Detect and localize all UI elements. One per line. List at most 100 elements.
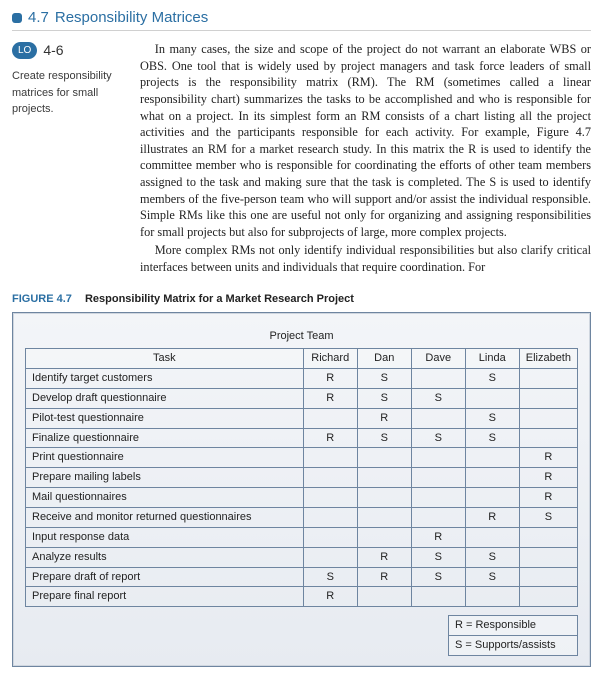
task-cell: Pilot-test questionnaire [26,408,304,428]
value-cell [465,468,519,488]
table-row: Print questionnaire R [26,448,578,468]
value-cell [465,388,519,408]
value-cell [519,428,577,448]
value-cell: S [465,567,519,587]
section-title: Responsibility Matrices [55,8,208,28]
value-cell [465,587,519,607]
value-cell: S [465,369,519,389]
value-cell: R [357,408,411,428]
table-row: Finalize questionnaireRSSS [26,428,578,448]
value-cell [303,468,357,488]
value-cell: S [465,408,519,428]
task-cell: Prepare final report [26,587,304,607]
value-cell: S [411,547,465,567]
legend-item: S = Supports/assists [449,636,577,655]
value-cell [357,468,411,488]
value-cell: R [519,448,577,468]
table-row: Identify target customersRSS [26,369,578,389]
value-cell [303,448,357,468]
col-header: Elizabeth [519,349,577,369]
value-cell: R [303,587,357,607]
value-cell [357,587,411,607]
value-cell [303,527,357,547]
value-cell [357,508,411,528]
value-cell [411,468,465,488]
table-row: Analyze resultsRSS [26,547,578,567]
figure-caption: FIGURE 4.7 Responsibility Matrix for a M… [12,292,591,307]
table-row: Input response data R [26,527,578,547]
value-cell: R [519,468,577,488]
value-cell: S [357,369,411,389]
table-header-row: Task Richard Dan Dave Linda Elizabeth [26,349,578,369]
value-cell [519,408,577,428]
value-cell: S [357,388,411,408]
value-cell: R [303,388,357,408]
responsibility-matrix: Project Team Task Richard Dan Dave Linda… [12,312,591,667]
value-cell: S [411,388,465,408]
table-row: Prepare draft of reportSRSS [26,567,578,587]
section-header: 4.7 Responsibility Matrices [12,8,591,31]
value-cell [411,369,465,389]
value-cell: R [411,527,465,547]
value-cell: S [465,547,519,567]
value-cell: R [465,508,519,528]
value-cell: R [357,547,411,567]
value-cell [519,388,577,408]
value-cell: S [303,567,357,587]
table-row: Prepare final reportR [26,587,578,607]
task-cell: Analyze results [26,547,304,567]
task-cell: Mail questionnaires [26,488,304,508]
value-cell [303,547,357,567]
value-cell: S [411,567,465,587]
value-cell: R [357,567,411,587]
value-cell [519,527,577,547]
value-cell [411,448,465,468]
legend-item: R = Responsible [449,616,577,636]
value-cell: R [303,369,357,389]
lo-caption: Create responsibility matrices for small… [12,68,122,118]
value-cell: S [465,428,519,448]
col-header: Dan [357,349,411,369]
bullet-icon [12,13,22,23]
learning-objective: LO 4-6 [12,41,122,60]
value-cell [519,369,577,389]
task-cell: Develop draft questionnaire [26,388,304,408]
task-cell: Prepare mailing labels [26,468,304,488]
task-cell: Finalize questionnaire [26,428,304,448]
paragraph: More complex RMs not only identify indiv… [140,242,591,275]
value-cell: S [519,508,577,528]
value-cell [519,567,577,587]
task-cell: Print questionnaire [26,448,304,468]
value-cell [411,408,465,428]
sidebar: LO 4-6 Create responsibility matrices fo… [12,41,122,117]
col-header: Richard [303,349,357,369]
col-header: Linda [465,349,519,369]
team-header: Project Team [25,329,578,344]
rm-table: Task Richard Dan Dave Linda Elizabeth Id… [25,348,578,607]
legend: R = Responsible S = Supports/assists [448,615,578,656]
col-header: Dave [411,349,465,369]
value-cell [519,547,577,567]
table-row: Receive and monitor returned questionnai… [26,508,578,528]
value-cell [465,527,519,547]
value-cell [411,508,465,528]
value-cell [465,448,519,468]
task-cell: Prepare draft of report [26,567,304,587]
task-cell: Input response data [26,527,304,547]
figure-title: Responsibility Matrix for a Market Resea… [85,293,354,305]
section-number: 4.7 [28,8,49,28]
table-row: Pilot-test questionnaire R S [26,408,578,428]
value-cell [519,587,577,607]
paragraph: In many cases, the size and scope of the… [140,41,591,240]
task-cell: Identify target customers [26,369,304,389]
body-text: In many cases, the size and scope of the… [140,41,591,277]
value-cell: R [519,488,577,508]
figure-label: FIGURE 4.7 [12,293,72,305]
task-header: Task [26,349,304,369]
value-cell [303,408,357,428]
table-row: Mail questionnaires R [26,488,578,508]
value-cell [303,508,357,528]
value-cell [411,587,465,607]
value-cell [465,488,519,508]
value-cell [411,488,465,508]
